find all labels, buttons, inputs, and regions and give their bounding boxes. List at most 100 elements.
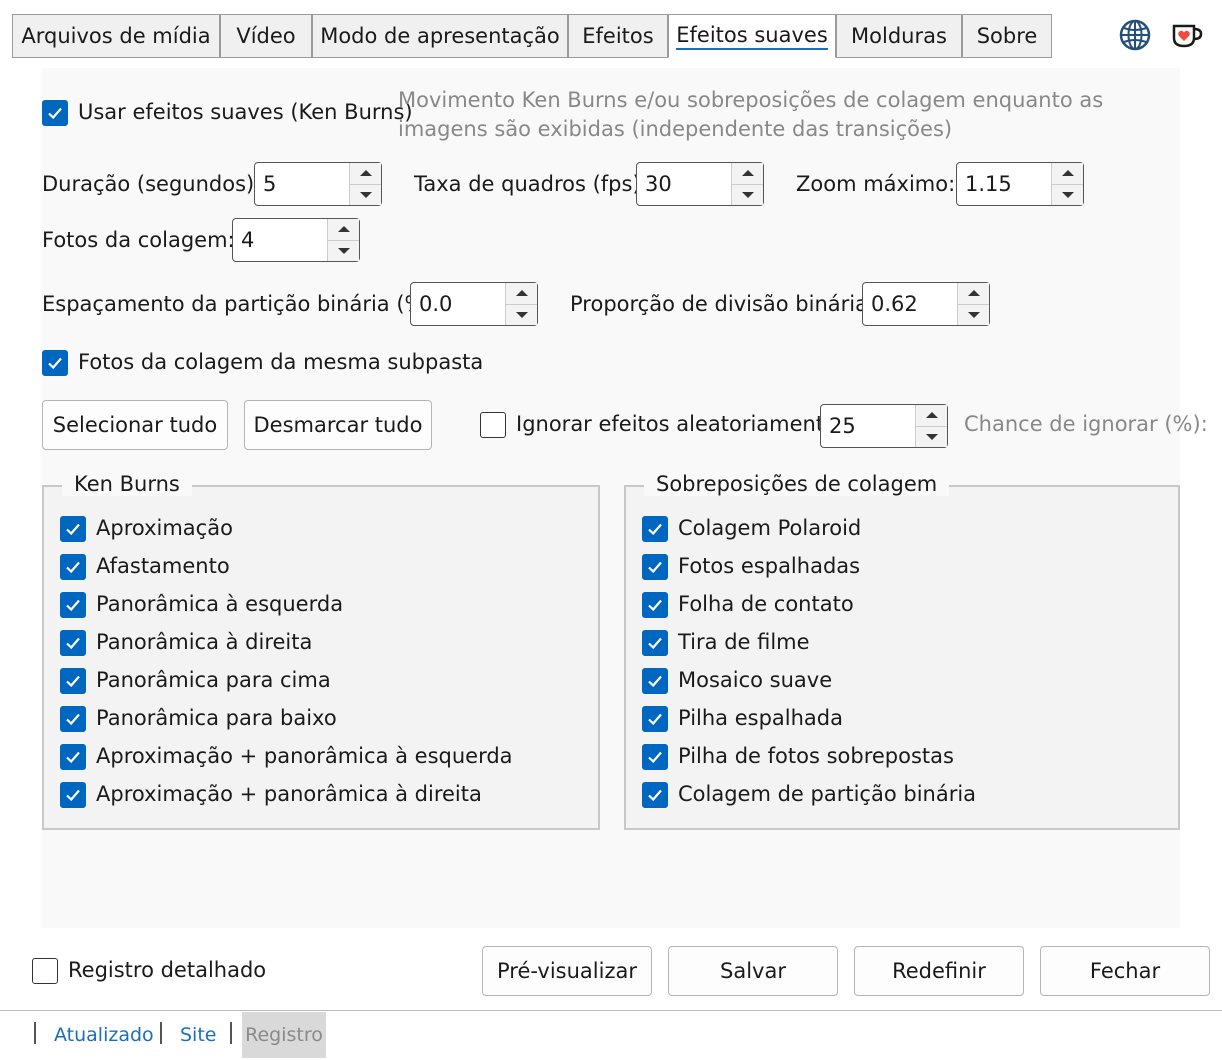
- ken-burns-item-checkbox[interactable]: [60, 706, 86, 732]
- ken-burns-item-checkbox[interactable]: [60, 782, 86, 808]
- collage-item-checkbox[interactable]: [642, 554, 668, 580]
- bsp-spacing-value[interactable]: 0.0: [411, 283, 505, 325]
- spin-up-icon[interactable]: [1052, 163, 1083, 185]
- updated-link[interactable]: Atualizado: [54, 1024, 154, 1046]
- tab-presentation-mode[interactable]: Modo de apresentação: [312, 14, 568, 58]
- collage-item-label[interactable]: Colagem de partição binária: [678, 782, 976, 806]
- collage-item-checkbox[interactable]: [642, 630, 668, 656]
- ken-burns-item-label[interactable]: Aproximação: [96, 516, 233, 540]
- use-soft-effects-hint: Movimento Ken Burns e/ou sobreposições d…: [398, 88, 1104, 141]
- same-subfolder-checkbox[interactable]: [42, 350, 68, 376]
- max-zoom-spinbox[interactable]: 1.15: [956, 162, 1084, 206]
- preview-button[interactable]: Pré-visualizar: [482, 946, 652, 996]
- collage-item-checkbox[interactable]: [642, 592, 668, 618]
- collage-item-label[interactable]: Mosaico suave: [678, 668, 832, 692]
- spin-down-icon[interactable]: [328, 240, 359, 261]
- collage-item-label[interactable]: Fotos espalhadas: [678, 554, 860, 578]
- close-button[interactable]: Fechar: [1040, 946, 1210, 996]
- duration-spinbox[interactable]: 5: [254, 162, 382, 206]
- skip-chance-label: Chance de ignorar (%):: [964, 412, 1208, 436]
- spin-down-icon[interactable]: [1052, 184, 1083, 205]
- ken-burns-item-label[interactable]: Panorâmica para cima: [96, 668, 331, 692]
- collage-photos-spinbox[interactable]: 4: [232, 218, 360, 262]
- ken-burns-item-checkbox[interactable]: [60, 630, 86, 656]
- collage-item-label[interactable]: Colagem Polaroid: [678, 516, 861, 540]
- bsp-ratio-spinbox[interactable]: 0.62: [862, 282, 990, 326]
- collage-item-checkbox[interactable]: [642, 744, 668, 770]
- bsp-spacing-label: Espaçamento da partição binária (%):: [42, 292, 440, 316]
- collage-item-label[interactable]: Pilha espalhada: [678, 706, 843, 730]
- spin-down-icon[interactable]: [958, 304, 989, 325]
- collage-item-checkbox[interactable]: [642, 668, 668, 694]
- same-subfolder-label[interactable]: Fotos da colagem da mesma subpasta: [78, 350, 483, 374]
- ken-burns-item-checkbox[interactable]: [60, 668, 86, 694]
- verbose-log-checkbox[interactable]: [32, 958, 58, 984]
- fps-value[interactable]: 30: [637, 163, 731, 205]
- deselect-all-button[interactable]: Desmarcar tudo: [244, 400, 432, 450]
- tab-soft-effects[interactable]: Efeitos suaves: [668, 14, 836, 58]
- spin-down-icon[interactable]: [350, 184, 381, 205]
- bsp-ratio-value[interactable]: 0.62: [863, 283, 957, 325]
- tab-label: Efeitos: [582, 24, 654, 48]
- coffee-heart-icon[interactable]: [1170, 20, 1204, 50]
- ken-burns-item-label[interactable]: Aproximação + panorâmica à direita: [96, 782, 482, 806]
- reset-button[interactable]: Redefinir: [854, 946, 1024, 996]
- verbose-log-label[interactable]: Registro detalhado: [68, 958, 266, 982]
- use-soft-effects-checkbox[interactable]: [42, 100, 68, 126]
- collage-item-checkbox[interactable]: [642, 706, 668, 732]
- spin-up-icon[interactable]: [506, 283, 537, 305]
- random-skip-label[interactable]: Ignorar efeitos aleatoriamente: [516, 412, 837, 436]
- skip-chance-value[interactable]: 25: [821, 405, 915, 447]
- collage-photos-label: Fotos da colagem:: [42, 228, 235, 252]
- tab-media-files[interactable]: Arquivos de mídia: [12, 14, 220, 58]
- spin-up-icon[interactable]: [328, 219, 359, 241]
- bsp-ratio-label: Proporção de divisão binária:: [570, 292, 876, 316]
- use-soft-effects-label[interactable]: Usar efeitos suaves (Ken Burns): [78, 100, 413, 124]
- ken-burns-item-label[interactable]: Aproximação + panorâmica à esquerda: [96, 744, 513, 768]
- spin-up-icon[interactable]: [958, 283, 989, 305]
- ken-burns-item-label[interactable]: Panorâmica à direita: [96, 630, 312, 654]
- log-tab[interactable]: Registro: [242, 1012, 326, 1058]
- globe-icon[interactable]: [1118, 18, 1152, 52]
- ken-burns-item-label[interactable]: Panorâmica para baixo: [96, 706, 337, 730]
- skip-chance-spinbox[interactable]: 25: [820, 404, 948, 448]
- collage-item-label[interactable]: Folha de contato: [678, 592, 854, 616]
- ken-burns-item-checkbox[interactable]: [60, 516, 86, 542]
- spin-up-icon[interactable]: [350, 163, 381, 185]
- ken-burns-item-checkbox[interactable]: [60, 554, 86, 580]
- tab-video[interactable]: Vídeo: [220, 14, 312, 58]
- spin-up-icon[interactable]: [732, 163, 763, 185]
- bsp-spacing-spinbox[interactable]: 0.0: [410, 282, 538, 326]
- collage-item-checkbox[interactable]: [642, 782, 668, 808]
- spin-down-icon[interactable]: [506, 304, 537, 325]
- max-zoom-value[interactable]: 1.15: [957, 163, 1051, 205]
- spin-up-icon[interactable]: [916, 405, 947, 427]
- tab-effects[interactable]: Efeitos: [568, 14, 668, 58]
- collage-item-checkbox[interactable]: [642, 516, 668, 542]
- spin-down-icon[interactable]: [732, 184, 763, 205]
- fps-spinbox[interactable]: 30: [636, 162, 764, 206]
- ken-burns-item-label[interactable]: Panorâmica à esquerda: [96, 592, 343, 616]
- collage-item-label[interactable]: Pilha de fotos sobrepostas: [678, 744, 954, 768]
- tab-frames[interactable]: Molduras: [836, 14, 962, 58]
- tab-label: Sobre: [976, 24, 1038, 48]
- tab-label: Arquivos de mídia: [21, 24, 211, 48]
- collage-photos-value[interactable]: 4: [233, 219, 327, 261]
- status-separator: [34, 1022, 36, 1044]
- spin-down-icon[interactable]: [916, 426, 947, 447]
- random-skip-checkbox[interactable]: [480, 412, 506, 438]
- collage-item-label[interactable]: Tira de filme: [678, 630, 810, 654]
- duration-label: Duração (segundos):: [42, 172, 262, 196]
- tab-label: Modo de apresentação: [320, 24, 560, 48]
- status-separator: [160, 1022, 162, 1044]
- max-zoom-label: Zoom máximo:: [796, 172, 956, 196]
- ken-burns-item-checkbox[interactable]: [60, 592, 86, 618]
- site-link[interactable]: Site: [180, 1024, 216, 1046]
- ken-burns-item-label[interactable]: Afastamento: [96, 554, 230, 578]
- tab-about[interactable]: Sobre: [962, 14, 1052, 58]
- select-all-button[interactable]: Selecionar tudo: [42, 400, 228, 450]
- duration-value[interactable]: 5: [255, 163, 349, 205]
- ken-burns-item-checkbox[interactable]: [60, 744, 86, 770]
- save-button[interactable]: Salvar: [668, 946, 838, 996]
- fps-label: Taxa de quadros (fps):: [414, 172, 648, 196]
